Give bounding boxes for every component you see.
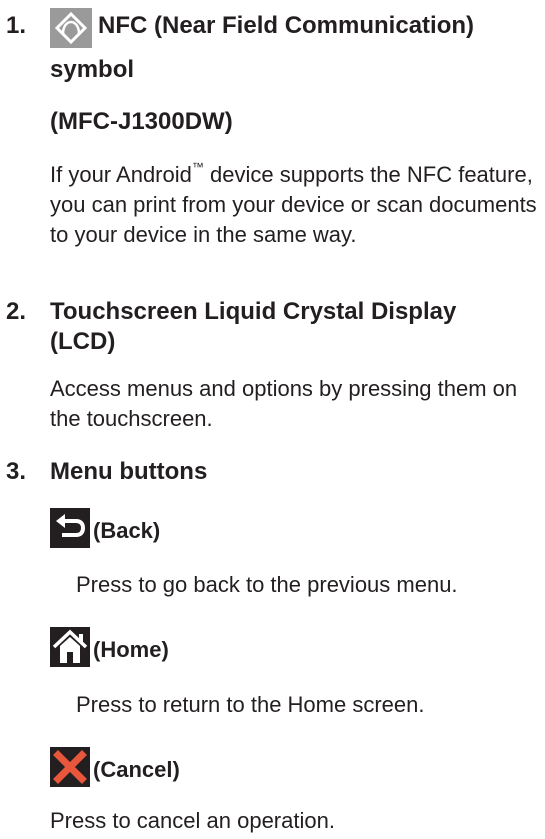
item-1-number: 1. — [6, 12, 27, 39]
item-1-heading-line2: symbol — [50, 56, 135, 83]
cancel-description: Press to cancel an operation. — [50, 808, 335, 833]
back-arrow-icon — [50, 508, 90, 548]
item-1-model: (MFC-J1300DW) — [50, 108, 233, 135]
manual-page: 1. NFC (Near Field Communication) symbol… — [0, 0, 545, 839]
home-description: Press to return to the Home screen. — [76, 692, 425, 717]
item-2-heading-line2: (LCD) — [50, 328, 116, 355]
item-2-heading-line1: Touchscreen Liquid Crystal Display — [50, 298, 457, 325]
back-description: Press to go back to the previous menu. — [76, 572, 458, 597]
item-3-heading: Menu buttons — [50, 458, 208, 485]
nfc-icon — [50, 8, 92, 48]
item-3-number: 3. — [6, 458, 27, 485]
item-1-body: If your Android™ device supports the NFC… — [50, 152, 540, 250]
back-label: (Back) — [93, 518, 161, 543]
cancel-x-icon — [50, 747, 90, 787]
trademark-symbol: ™ — [191, 160, 204, 174]
item-2-number: 2. — [6, 298, 27, 325]
item-2-body: Access menus and options by pressing the… — [50, 376, 518, 431]
item-1-body-prefix: If your Android — [50, 162, 192, 187]
cancel-label: (Cancel) — [93, 757, 180, 782]
home-label: (Home) — [93, 637, 169, 662]
item-1-heading-line1: NFC (Near Field Communication) — [98, 12, 475, 39]
home-icon — [50, 627, 90, 667]
